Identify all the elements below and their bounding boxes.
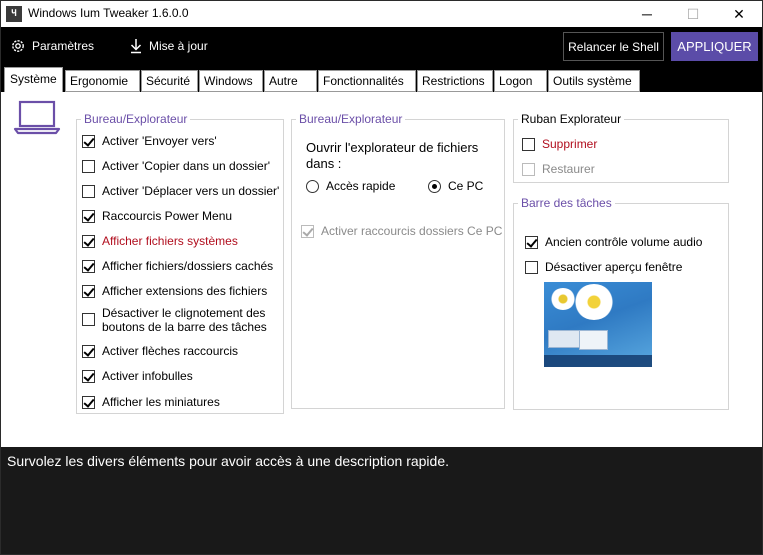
checkbox[interactable] xyxy=(82,345,95,358)
checkbox[interactable] xyxy=(82,396,95,409)
option-copier-dossier[interactable]: Activer 'Copier dans un dossier' xyxy=(82,159,270,173)
option-label: Activer raccourcis dossiers Ce PC xyxy=(321,224,503,238)
radio-ce-pc[interactable]: Ce PC xyxy=(428,179,483,193)
radio-button[interactable] xyxy=(306,180,319,193)
checkbox[interactable] xyxy=(301,225,314,238)
radio-label: Accès rapide xyxy=(326,179,396,193)
checkbox[interactable] xyxy=(82,185,95,198)
group-title: Bureau/Explorateur xyxy=(81,112,191,126)
maximize-button[interactable]: ☐ xyxy=(670,1,716,27)
option-label: Afficher extensions des fichiers xyxy=(102,284,268,298)
description-panel: Survolez les divers éléments pour avoir … xyxy=(1,447,762,554)
checkbox[interactable] xyxy=(82,370,95,383)
radio-acces-rapide[interactable]: Accès rapide xyxy=(306,179,395,193)
group-bureau-explorateur-left: Bureau/Explorateur Activer 'Envoyer vers… xyxy=(76,112,284,414)
flower-graphic xyxy=(550,288,576,310)
checkbox[interactable] xyxy=(82,160,95,173)
option-label: Afficher les miniatures xyxy=(102,395,220,409)
group-bureau-explorateur-mid: Bureau/Explorateur Ouvrir l'explorateur … xyxy=(291,112,505,409)
close-button[interactable]: ✕ xyxy=(716,1,762,27)
app-window: Ч Windows Ium Tweaker 1.6.0.0 ─ ☐ ✕ Para… xyxy=(0,0,763,555)
checkbox[interactable] xyxy=(82,260,95,273)
option-label: Activer 'Envoyer vers' xyxy=(102,134,217,148)
description-text: Survolez les divers éléments pour avoir … xyxy=(7,453,450,469)
option-label: Activer 'Déplacer vers un dossier' xyxy=(102,184,280,198)
option-power-menu[interactable]: Raccourcis Power Menu xyxy=(82,209,232,223)
tab-autre[interactable]: Autre xyxy=(264,70,317,92)
settings-button[interactable]: Paramètres xyxy=(10,38,94,54)
checkbox[interactable] xyxy=(82,313,95,326)
option-volume-audio[interactable]: Ancien contrôle volume audio xyxy=(525,235,702,249)
option-restaurer-ruban[interactable]: Restaurer xyxy=(522,162,595,176)
checkbox[interactable] xyxy=(82,285,95,298)
gear-icon xyxy=(12,40,24,52)
checkbox[interactable] xyxy=(525,236,538,249)
tab-restrictions[interactable]: Restrictions xyxy=(417,70,493,92)
option-deplacer-dossier[interactable]: Activer 'Déplacer vers un dossier' xyxy=(82,184,279,198)
taskbar-preview-image xyxy=(544,282,652,367)
radio-label: Ce PC xyxy=(448,179,484,193)
apply-button[interactable]: APPLIQUER xyxy=(671,32,758,61)
laptop-icon xyxy=(13,100,61,135)
title-bar[interactable]: Ч Windows Ium Tweaker 1.6.0.0 ─ ☐ ✕ xyxy=(1,1,762,27)
option-label: Afficher fichiers systèmes xyxy=(102,234,238,248)
option-label: Ancien contrôle volume audio xyxy=(545,235,703,249)
tab-fonctionnalites[interactable]: Fonctionnalités xyxy=(318,70,416,92)
checkbox[interactable] xyxy=(82,210,95,223)
minimize-button[interactable]: ─ xyxy=(624,1,670,27)
app-logo-icon: Ч xyxy=(6,6,22,22)
option-label: Supprimer xyxy=(542,137,598,151)
option-label: Raccourcis Power Menu xyxy=(102,209,233,223)
option-raccourcis-ce-pc[interactable]: Activer raccourcis dossiers Ce PC xyxy=(301,224,502,238)
taskbar-graphic xyxy=(544,355,652,367)
group-barre-des-taches: Barre des tâches Ancien contrôle volume … xyxy=(513,196,729,410)
option-label: Afficher fichiers/dossiers cachés xyxy=(102,259,274,273)
open-explorer-label: Ouvrir l'explorateur de fichiers dans : xyxy=(306,140,479,171)
option-label: Restaurer xyxy=(542,162,595,176)
option-extensions[interactable]: Afficher extensions des fichiers xyxy=(82,284,267,298)
settings-label: Paramètres xyxy=(32,39,95,53)
window-title: Windows Ium Tweaker 1.6.0.0 xyxy=(28,6,189,20)
group-title: Barre des tâches xyxy=(518,196,615,210)
radio-button[interactable] xyxy=(428,180,441,193)
checkbox[interactable] xyxy=(522,163,535,176)
option-label: Désactiver aperçu fenêtre xyxy=(545,260,683,274)
option-fichiers-systemes[interactable]: Afficher fichiers systèmes xyxy=(82,234,238,248)
tab-systeme[interactable]: Système xyxy=(4,67,63,92)
update-button[interactable]: Mise à jour xyxy=(129,38,208,54)
group-ruban-explorateur: Ruban Explorateur Supprimer Restaurer xyxy=(513,112,729,183)
checkbox[interactable] xyxy=(82,135,95,148)
option-apercu-fenetre[interactable]: Désactiver aperçu fenêtre xyxy=(525,260,682,274)
tab-securite[interactable]: Sécurité xyxy=(141,70,198,92)
option-label: Activer infobulles xyxy=(102,369,193,383)
relaunch-shell-button[interactable]: Relancer le Shell xyxy=(563,32,664,61)
checkbox[interactable] xyxy=(522,138,535,151)
option-infobulles[interactable]: Activer infobulles xyxy=(82,369,193,383)
option-envoyer-vers[interactable]: Activer 'Envoyer vers' xyxy=(82,134,217,148)
tab-windows[interactable]: Windows xyxy=(199,70,263,92)
option-miniatures[interactable]: Afficher les miniatures xyxy=(82,395,220,409)
option-label: Désactiver le clignotement des boutons d… xyxy=(102,306,267,334)
checkbox[interactable] xyxy=(525,261,538,274)
option-supprimer-ruban[interactable]: Supprimer xyxy=(522,137,597,151)
window-thumbnails-graphic xyxy=(548,330,608,350)
flower-graphic xyxy=(574,284,614,320)
option-label: Activer flèches raccourcis xyxy=(102,344,239,358)
tab-strip: Système Ergonomie Sécurité Windows Autre… xyxy=(1,67,762,92)
option-clignotement[interactable]: Désactiver le clignotement des boutons d… xyxy=(82,306,272,334)
checkbox[interactable] xyxy=(82,235,95,248)
option-fichiers-caches[interactable]: Afficher fichiers/dossiers cachés xyxy=(82,259,273,273)
toolbar: Paramètres Mise à jour Relancer le Shell… xyxy=(1,27,762,67)
option-fleches-raccourcis[interactable]: Activer flèches raccourcis xyxy=(82,344,238,358)
update-label: Mise à jour xyxy=(149,39,208,53)
tab-content-systeme: Bureau/Explorateur Activer 'Envoyer vers… xyxy=(1,92,762,447)
tab-logon[interactable]: Logon xyxy=(494,70,547,92)
download-arrow-icon xyxy=(130,39,142,54)
option-label: Activer 'Copier dans un dossier' xyxy=(102,159,270,173)
tab-ergonomie[interactable]: Ergonomie xyxy=(65,70,140,92)
tab-outils-systeme[interactable]: Outils système xyxy=(548,70,640,92)
group-title: Bureau/Explorateur xyxy=(296,112,406,126)
group-title: Ruban Explorateur xyxy=(518,112,625,126)
